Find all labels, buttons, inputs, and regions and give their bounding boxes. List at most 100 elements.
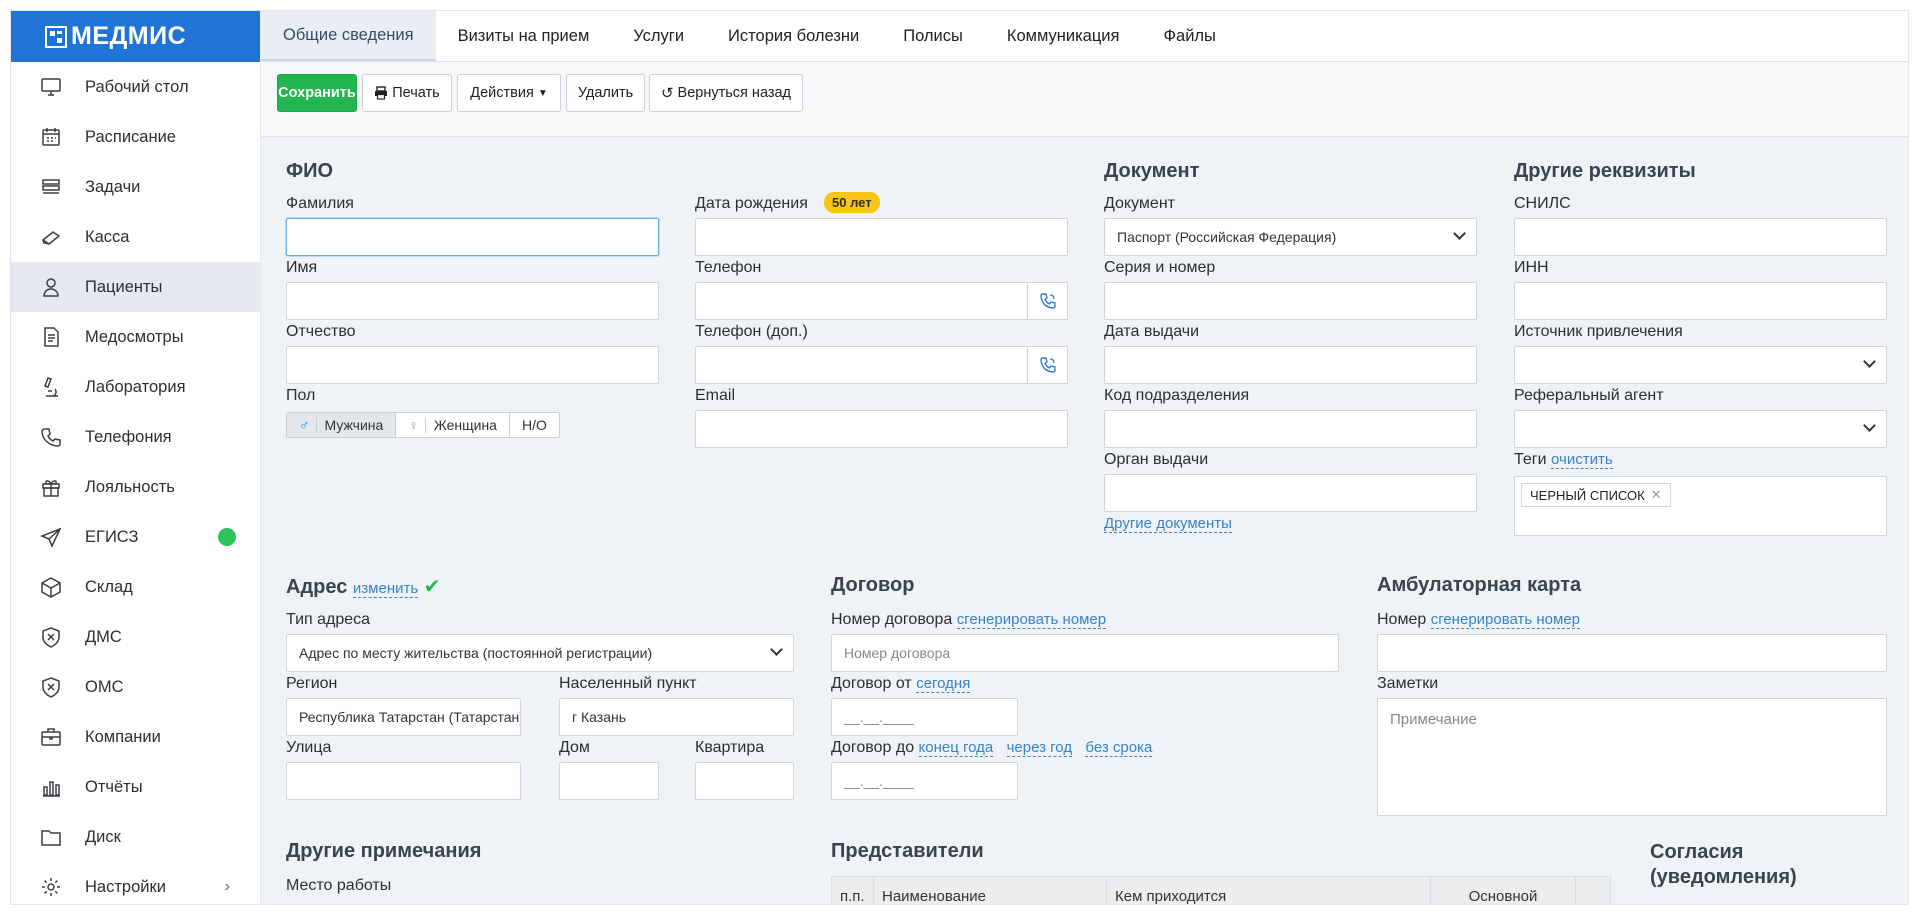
sidebar-item-label: ОМС [85,677,124,696]
delete-button[interactable]: Удалить [566,74,645,112]
email-input[interactable] [695,410,1068,448]
city-input[interactable]: г Казань [559,698,794,736]
sidebar-item-5[interactable]: Медосмотры [11,312,260,362]
series-number-input[interactable] [1104,282,1477,320]
sidebar-item-10[interactable]: Склад [11,562,260,612]
inn-input[interactable] [1514,282,1887,320]
gender-female-option[interactable]: ♀ Женщина [396,413,510,437]
lastname-input[interactable] [286,218,659,256]
contract-generate-link[interactable]: сгенерировать номер [956,611,1107,629]
issue-date-input[interactable] [1104,346,1477,384]
region-input[interactable]: Республика Татарстан (Татарстан) [286,698,521,736]
sidebar-item-4[interactable]: Пациенты [11,262,260,312]
shield-x-icon [39,625,63,649]
chevron-right-icon: › [224,878,230,895]
back-button[interactable]: ↺ Вернуться назад [649,74,803,112]
actions-dropdown-button[interactable]: Действия ▼ [457,74,561,112]
female-icon: ♀ [402,417,426,433]
tab-6[interactable]: Файлы [1141,11,1237,61]
sidebar-item-16[interactable]: Настройки › [11,862,260,904]
address-type-select[interactable]: Адрес по месту жительства (постоянной ре… [286,634,794,672]
sidebar-item-6[interactable]: Лаборатория [11,362,260,412]
sidebar-nav: Рабочий стол Расписание Задачи Касса Пациент… [11,62,260,904]
sidebar-item-15[interactable]: Диск [11,812,260,862]
tab-2[interactable]: Услуги [611,11,706,61]
sidebar-item-11[interactable]: ДМС [11,612,260,662]
document-type-select[interactable]: Паспорт (Российская Федерация) [1104,218,1477,256]
brand-logo[interactable]: МЕДМИС [11,11,260,62]
sidebar-item-3[interactable]: Касса [11,212,260,262]
phone2-input[interactable] [695,346,1028,384]
snils-input[interactable] [1514,218,1887,256]
gender-male-option[interactable]: ♂ Мужчина [287,413,397,437]
consents-title-line1: Согласия [1650,841,1744,863]
cash-icon [39,225,63,249]
tag-chip: ЧЕРНЫЙ СПИСОК ✕ [1521,483,1671,507]
house-input[interactable] [559,762,659,800]
patient-form: ФИО Фамилия Имя Отчество Пол ♂ Мужчина ♀ Ж… [261,137,1908,904]
tab-5[interactable]: Коммуникация [985,11,1142,61]
chevron-down-icon [770,643,783,656]
address-change-link[interactable]: изменить [352,580,419,598]
sidebar-item-9[interactable]: ЕГИСЗ [11,512,260,562]
tab-1[interactable]: Визиты на прием [436,11,612,61]
contract-from-input[interactable]: __.__.____ [831,698,1018,736]
sidebar-item-8[interactable]: Лояльность [11,462,260,512]
tags-clear-link[interactable]: очистить [1551,451,1613,469]
contract-number-input[interactable]: Номер договора [831,634,1339,672]
gender-unknown-option[interactable]: Н/О [510,413,559,437]
street-label: Улица [286,739,332,756]
sidebar-item-label: Компании [85,727,161,746]
column-header[interactable]: Кем приходится [1107,877,1431,904]
actions-label: Действия [470,85,534,101]
region-label: Регион [286,675,338,692]
call-phone-button[interactable] [1028,282,1068,320]
dept-code-input[interactable] [1104,410,1477,448]
notes-placeholder: Примечание [1390,711,1477,728]
gift-icon [39,475,63,499]
sidebar-item-0[interactable]: Рабочий стол [11,62,260,112]
issue-date-label: Дата выдачи [1104,323,1200,340]
card-number-input[interactable] [1377,634,1887,672]
tab-4[interactable]: Полисы [881,11,985,61]
tab-3[interactable]: История болезни [706,11,881,61]
phone-input[interactable] [695,282,1028,320]
column-header[interactable]: Основной [1431,877,1576,904]
sidebar-item-1[interactable]: Расписание [11,112,260,162]
flat-label: Квартира [695,739,765,756]
sidebar-item-7[interactable]: Телефония [11,412,260,462]
fio-heading: ФИО [286,160,334,182]
contract-one-year-link[interactable]: через год [1006,739,1073,757]
remove-tag-icon[interactable]: ✕ [1651,487,1662,503]
city-value: г Казань [572,709,627,725]
phone-call-icon [1039,357,1056,373]
sidebar-item-14[interactable]: Отчёты [11,762,260,812]
referral-select[interactable] [1514,410,1887,448]
sidebar-item-13[interactable]: Компании [11,712,260,762]
street-input[interactable] [286,762,521,800]
save-button[interactable]: Сохранить [277,74,357,112]
tags-input[interactable]: ЧЕРНЫЙ СПИСОК ✕ [1514,476,1887,536]
firstname-input[interactable] [286,282,659,320]
print-button[interactable]: Печать [362,74,452,112]
other-docs-link-wrap: Другие документы [1104,515,1232,533]
main-area: Общие сведения Визиты на прием Услуги Истор… [261,11,1908,904]
birthdate-input[interactable] [695,218,1068,256]
tab-0[interactable]: Общие сведения [261,11,436,61]
contract-today-link[interactable]: сегодня [916,675,971,693]
column-header[interactable]: п.п. [832,877,874,904]
call-phone2-button[interactable] [1028,346,1068,384]
flat-input[interactable] [695,762,794,800]
card-generate-link[interactable]: сгенерировать номер [1430,611,1581,629]
sidebar-item-2[interactable]: Задачи [11,162,260,212]
issuer-input[interactable] [1104,474,1477,512]
contract-no-term-link[interactable]: без срока [1085,739,1153,757]
contract-to-input[interactable]: __.__.____ [831,762,1018,800]
notes-textarea[interactable]: Примечание [1377,698,1887,816]
contract-end-of-year-link[interactable]: конец года [918,739,994,757]
other-documents-link[interactable]: Другие документы [1104,515,1232,533]
column-header[interactable]: Наименование [874,877,1107,904]
middlename-input[interactable] [286,346,659,384]
source-select[interactable] [1514,346,1887,384]
sidebar-item-12[interactable]: ОМС [11,662,260,712]
